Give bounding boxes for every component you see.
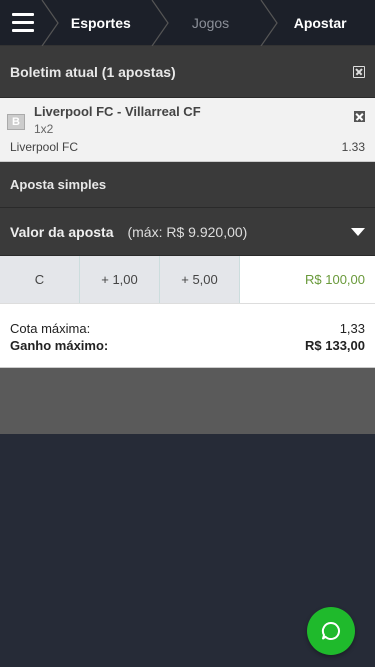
chat-icon (321, 621, 340, 640)
caret-down-icon[interactable] (351, 227, 365, 236)
breadcrumb: Esportes Jogos Apostar (41, 0, 375, 46)
stake-label: Valor da aposta (10, 223, 114, 240)
crumb-label: Jogos (191, 14, 230, 31)
max-odds-value: 1,33 (339, 321, 365, 336)
match-name: Liverpool FC - Villarreal CF (34, 104, 201, 119)
remove-bet-icon[interactable] (354, 111, 365, 122)
bet-mode-header: Aposta simples (0, 162, 375, 208)
chevron-separator-icon (151, 0, 169, 46)
top-nav: Esportes Jogos Apostar (0, 0, 375, 46)
add-1-button[interactable]: + 1,00 (80, 256, 160, 303)
bet-type-badge: B (7, 114, 25, 130)
betslip-title: Boletim atual (1 apostas) (10, 63, 176, 80)
add-5-button[interactable]: + 5,00 (160, 256, 240, 303)
max-odds-row: Cota máxima: 1,33 (10, 320, 365, 337)
crumb-esportes[interactable]: Esportes (41, 0, 156, 46)
chat-button[interactable] (307, 607, 355, 655)
max-odds-label: Cota máxima: (10, 321, 91, 336)
crumb-apostar[interactable]: Apostar (260, 0, 375, 46)
clear-stake-button[interactable]: C (0, 256, 80, 303)
chevron-separator-icon (41, 0, 59, 46)
max-win-row: Ganho máximo: R$ 133,00 (10, 337, 365, 354)
selection-row: Liverpool FC 1.33 (10, 140, 365, 154)
clear-betslip-icon[interactable] (353, 65, 365, 78)
chevron-separator-icon (260, 0, 279, 46)
stake-max: (máx: R$ 9.920,00) (127, 223, 248, 240)
selection-name: Liverpool FC (10, 140, 79, 154)
crumb-jogos[interactable]: Jogos (151, 0, 266, 46)
crumb-label: Esportes (70, 14, 131, 31)
max-win-value: R$ 133,00 (305, 338, 365, 353)
crumb-label: Apostar (293, 14, 347, 31)
bet-mode-label: Aposta simples (10, 177, 107, 192)
selection-odds: 1.33 (341, 140, 365, 154)
bet-summary: Cota máxima: 1,33 Ganho máximo: R$ 133,0… (0, 304, 375, 368)
quick-stake-row: C + 1,00 + 5,00 R$ 100,00 (0, 256, 375, 304)
market-name: 1x2 (34, 122, 54, 136)
stake-amount-input[interactable]: R$ 100,00 (240, 256, 375, 303)
betslip-header: Boletim atual (1 apostas) (0, 46, 375, 98)
bet-card: B Liverpool FC - Villarreal CF 1x2 Liver… (0, 98, 375, 162)
stake-selector[interactable]: Valor da aposta (máx: R$ 9.920,00) (0, 208, 375, 256)
place-bet-panel (0, 368, 375, 434)
max-win-label: Ganho máximo: (10, 338, 109, 353)
